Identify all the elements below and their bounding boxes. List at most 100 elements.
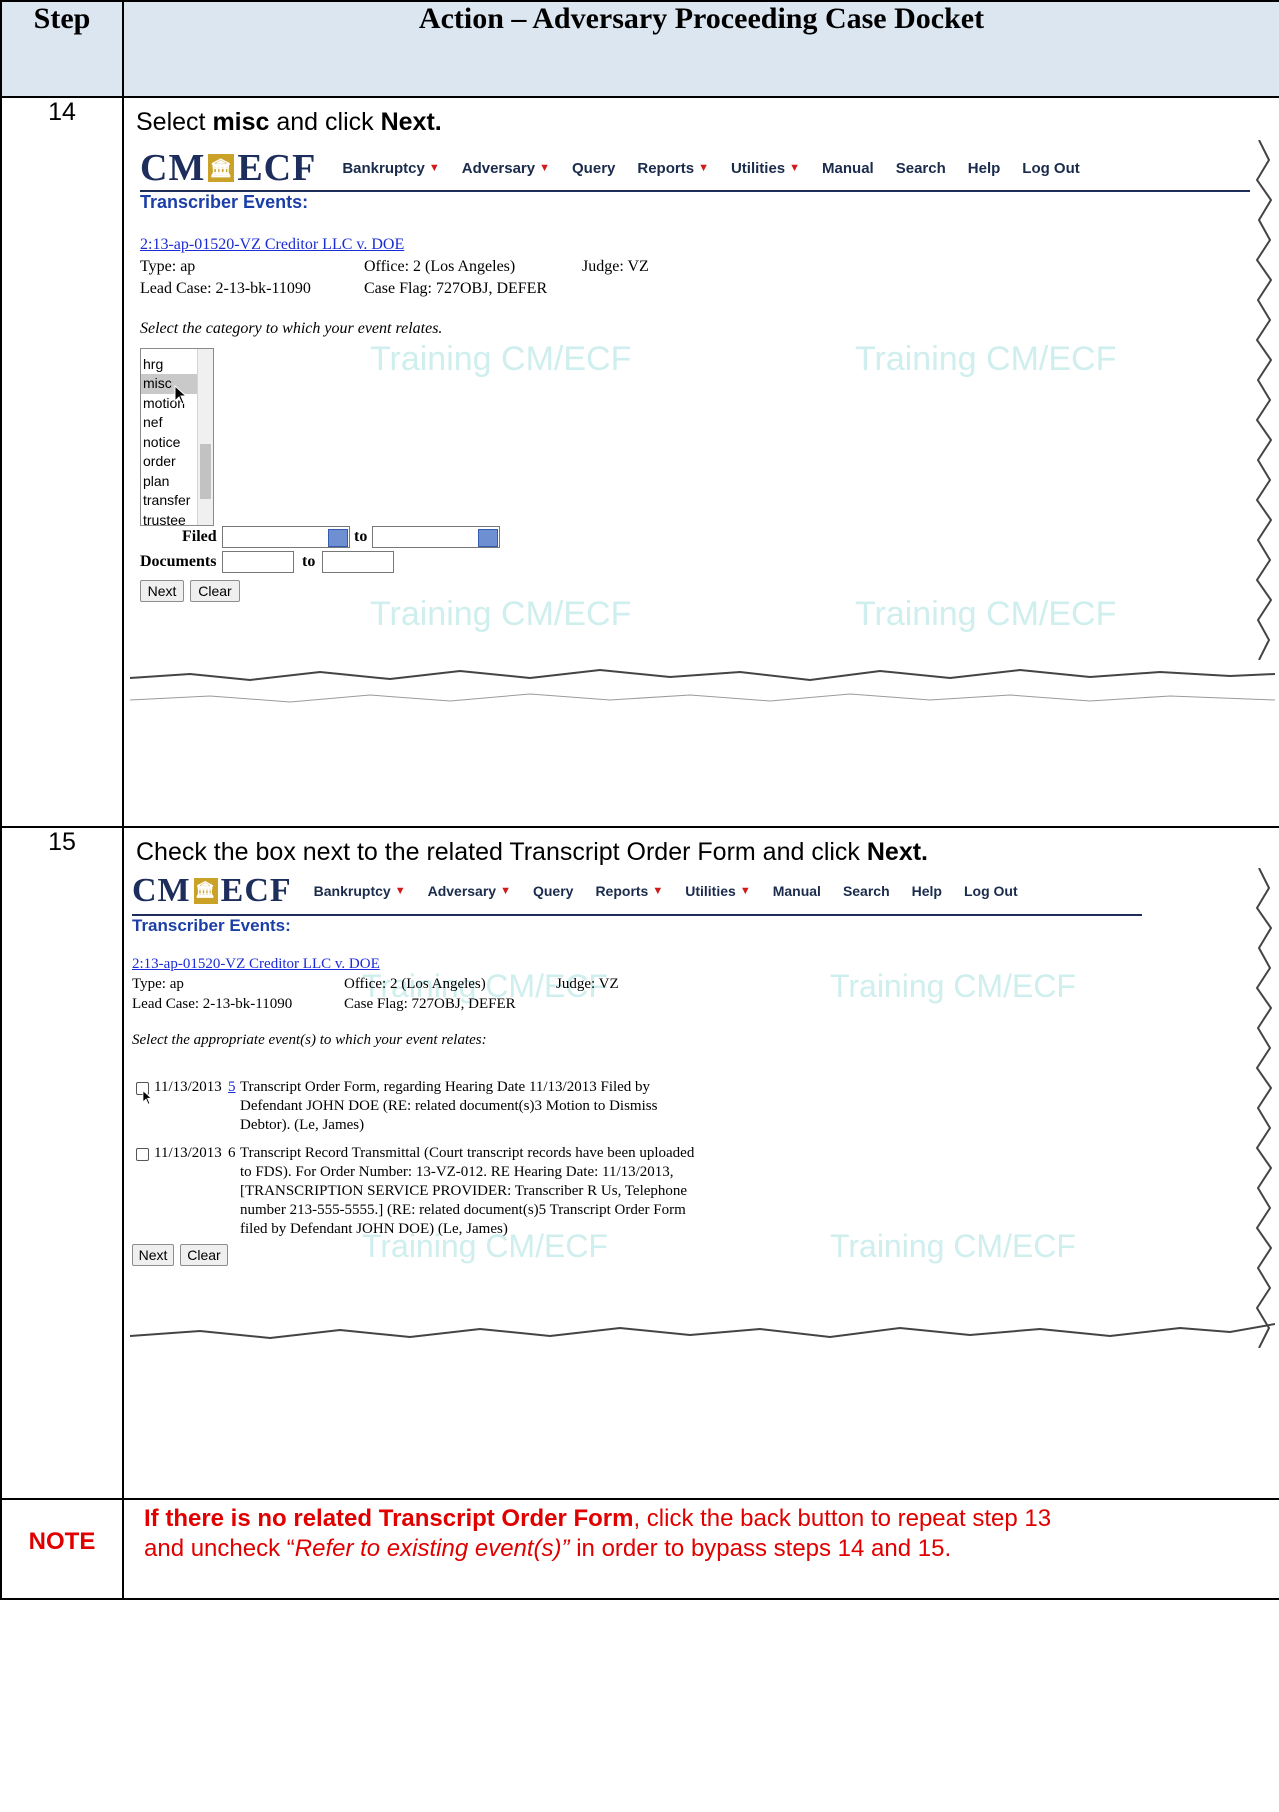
cmecf-logo: CM 🏛 ECF <box>140 147 317 189</box>
procedure-table: Step Action – Adversary Proceeding Case … <box>0 0 1279 1600</box>
instruction-15: Check the box next to the related Transc… <box>136 838 929 866</box>
menu-adversary[interactable]: Adversary ▼ <box>462 160 550 177</box>
clear-button[interactable]: Clear <box>190 580 240 602</box>
caret-down-icon: ▼ <box>394 885 406 897</box>
instruction-14: Select misc and click Next. <box>136 108 442 136</box>
caret-down-icon: ▼ <box>500 885 511 897</box>
menu-manual[interactable]: Manual <box>773 883 821 899</box>
filed-label: Filed <box>182 528 217 545</box>
torn-edge <box>130 668 1275 703</box>
menu-query[interactable]: Query <box>533 883 573 899</box>
category-listbox[interactable]: fiscal hrg misc motion nef notice order … <box>140 348 214 526</box>
screenshot-event-select: CM 🏛 ECF Bankruptcy ▼ Adversary ▼ Query Repo… <box>130 868 1275 1368</box>
lead-case: Lead Case: 2-13-bk-11090 <box>140 280 311 297</box>
section-title: Transcriber Events: <box>140 192 309 212</box>
menu-manual[interactable]: Manual <box>822 160 874 177</box>
note-cell: If there is no related Transcript Order … <box>122 1498 1279 1600</box>
menu-utilities[interactable]: Utilities ▼ <box>685 883 750 899</box>
menu-utilities[interactable]: Utilities ▼ <box>731 160 800 177</box>
watermark: Training CM/ECF <box>855 595 1117 633</box>
courthouse-icon: 🏛 <box>208 154 235 182</box>
case-type: Type: ap <box>132 976 184 992</box>
listbox-scrollbar[interactable] <box>197 349 213 525</box>
torn-right-edge <box>1255 140 1273 660</box>
menu-reports[interactable]: Reports ▼ <box>637 160 709 177</box>
category-prompt: Select the category to which your event … <box>140 320 443 337</box>
action-cell-15: Check the box next to the related Transc… <box>122 826 1279 1500</box>
menu-logout[interactable]: Log Out <box>1022 160 1079 177</box>
watermark: Training CM/ECF <box>830 968 1076 1004</box>
case-type: Type: ap <box>140 258 196 275</box>
caret-down-icon: ▼ <box>428 162 440 174</box>
next-button[interactable]: Next <box>132 1244 174 1266</box>
event-checkbox[interactable] <box>136 1148 149 1161</box>
event-number: 6 <box>228 1145 236 1161</box>
watermark: Training CM/ECF <box>370 340 632 378</box>
documents-to-input[interactable] <box>322 551 394 573</box>
note-label: NOTE <box>0 1498 124 1600</box>
event-text-line: Defendant JOHN DOE (RE: related document… <box>240 1098 658 1114</box>
event-text-line: Transcript Order Form, regarding Hearing… <box>240 1079 651 1095</box>
case-office: Office: 2 (Los Angeles) <box>344 976 486 992</box>
event-text-line: [TRANSCRIPTION SERVICE PROVIDER: Transcr… <box>240 1183 688 1199</box>
filed-to-input[interactable] <box>372 526 500 548</box>
menu-logout[interactable]: Log Out <box>964 883 1018 899</box>
event-number-link[interactable]: 5 <box>228 1078 236 1097</box>
action-cell-14: Select misc and click Next. CM 🏛 ECF Bankr… <box>122 96 1279 828</box>
event-prompt: Select the appropriate event(s) to which… <box>132 1032 487 1048</box>
event-date: 11/13/2013 <box>154 1079 222 1095</box>
caret-down-icon: ▼ <box>652 885 664 897</box>
menu-adversary[interactable]: Adversary ▼ <box>428 883 511 899</box>
cmecf-menubar: CM 🏛 ECF Bankruptcy ▼ Adversary ▼ Query Repo… <box>132 872 1040 910</box>
case-flag: Case Flag: 727OBJ, DEFER <box>344 996 516 1012</box>
cmecf-logo: CM 🏛 ECF <box>132 872 292 909</box>
documents-label: Documents <box>140 553 217 570</box>
caret-down-icon: ▼ <box>698 162 709 174</box>
case-link[interactable]: 2:13-ap-01520-VZ Creditor LLC v. DOE <box>132 956 380 973</box>
menu-reports[interactable]: Reports ▼ <box>595 883 663 899</box>
filed-from-input[interactable] <box>222 526 350 548</box>
mouse-pointer-icon <box>174 384 188 410</box>
case-flag: Case Flag: 727OBJ, DEFER <box>364 280 548 297</box>
documents-to-label: to <box>302 553 316 570</box>
torn-right-edge <box>1255 868 1273 1348</box>
lead-case: Lead Case: 2-13-bk-11090 <box>132 996 293 1012</box>
scrollbar-thumb[interactable] <box>200 444 211 499</box>
event-text-line: filed by Defendant JOHN DOE) (Le, James) <box>240 1221 508 1237</box>
menu-query[interactable]: Query <box>572 160 615 177</box>
courthouse-icon: 🏛 <box>193 878 218 904</box>
menu-search[interactable]: Search <box>843 883 890 899</box>
calendar-icon[interactable] <box>328 529 348 547</box>
caret-down-icon: ▼ <box>789 162 801 174</box>
calendar-icon[interactable] <box>478 529 498 547</box>
torn-edge <box>130 1323 1275 1340</box>
case-judge: Judge: VZ <box>556 976 619 992</box>
menu-search[interactable]: Search <box>896 160 946 177</box>
menu-help[interactable]: Help <box>968 160 1001 177</box>
action-header: Action – Adversary Proceeding Case Docke… <box>122 0 1279 98</box>
documents-from-input[interactable] <box>222 551 294 573</box>
cmecf-menubar: CM 🏛 ECF Bankruptcy ▼ Adversary ▼ Query Repo… <box>140 146 1102 190</box>
caret-down-icon: ▼ <box>539 162 551 174</box>
step-number-14: 14 <box>0 96 124 828</box>
case-link[interactable]: 2:13-ap-01520-VZ Creditor LLC v. DOE <box>140 236 404 254</box>
watermark: Training CM/ECF <box>855 340 1117 378</box>
step-number-15: 15 <box>0 826 124 1500</box>
event-text-line: Transcript Record Transmittal (Court tra… <box>240 1145 695 1161</box>
case-judge: Judge: VZ <box>582 258 649 275</box>
watermark: Training CM/ECF <box>830 1228 1076 1264</box>
event-date: 11/13/2013 <box>154 1145 222 1161</box>
section-title: Transcriber Events: <box>132 916 291 935</box>
caret-down-icon: ▼ <box>739 885 751 897</box>
menu-bankruptcy[interactable]: Bankruptcy ▼ <box>342 160 439 177</box>
filed-to-label: to <box>354 528 368 545</box>
event-text-line: Debtor). (Le, James) <box>240 1117 365 1133</box>
case-office: Office: 2 (Los Angeles) <box>364 258 516 275</box>
screenshot-category-select: CM 🏛 ECF Bankruptcy ▼ Adversary ▼ Query Repo… <box>130 140 1275 720</box>
step-header: Step <box>0 0 124 98</box>
clear-button[interactable]: Clear <box>180 1244 228 1266</box>
menu-bankruptcy[interactable]: Bankruptcy ▼ <box>314 883 406 899</box>
next-button[interactable]: Next <box>140 580 184 602</box>
menu-help[interactable]: Help <box>912 883 942 899</box>
event-text-line: number 213-555-5555.] (RE: related docum… <box>240 1202 686 1218</box>
